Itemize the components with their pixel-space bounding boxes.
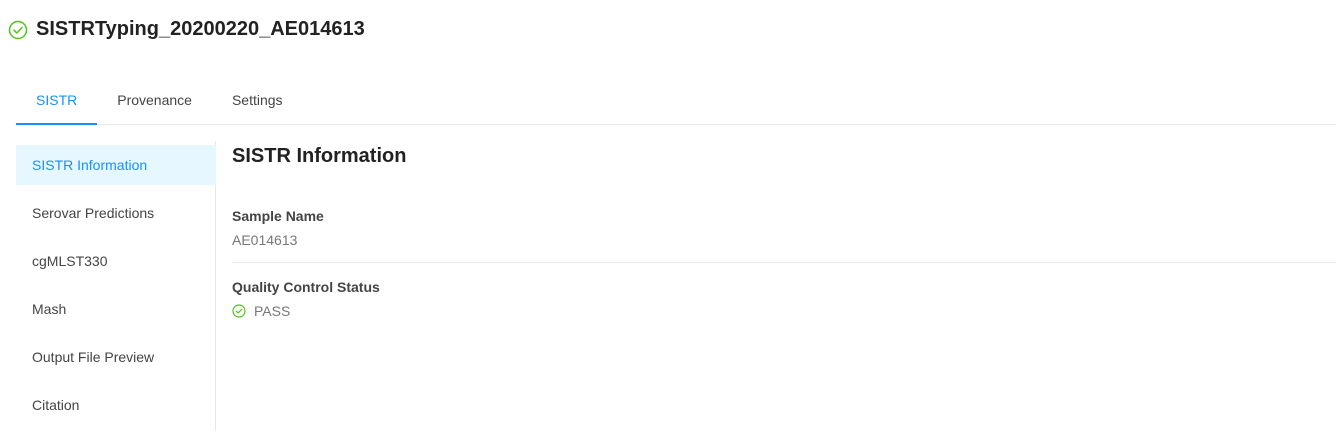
tab-provenance[interactable]: Provenance <box>97 80 212 125</box>
page-header: SISTRTyping_20200220_AE014613 <box>8 18 365 41</box>
sidebar-item-mash[interactable]: Mash <box>16 289 215 329</box>
sidebar-item-citation[interactable]: Citation <box>16 385 215 425</box>
sidebar-item-cgmlst330[interactable]: cgMLST330 <box>16 241 215 281</box>
sample-name-label: Sample Name <box>232 208 324 224</box>
main-content: SISTR Information Sample Name AE014613 Q… <box>232 145 1336 333</box>
qc-status: PASS <box>232 303 1336 319</box>
tab-bar: SISTR Provenance Settings <box>16 80 1336 125</box>
sidebar-item-output-file-preview[interactable]: Output File Preview <box>16 337 215 377</box>
qc-status-label: Quality Control Status <box>232 279 380 295</box>
check-circle-icon <box>232 304 246 318</box>
tab-settings[interactable]: Settings <box>212 80 303 125</box>
sample-name-field: Sample Name AE014613 <box>232 208 1336 262</box>
divider <box>232 262 1336 263</box>
section-heading: SISTR Information <box>232 145 407 167</box>
check-circle-icon <box>8 20 28 40</box>
tab-sistr[interactable]: SISTR <box>16 80 98 125</box>
sidebar-item-sistr-information[interactable]: SISTR Information <box>16 145 216 185</box>
sample-name-value: AE014613 <box>232 232 298 248</box>
qc-status-value: PASS <box>254 303 291 319</box>
sidebar-item-serovar-predictions[interactable]: Serovar Predictions <box>16 193 215 233</box>
page-title: SISTRTyping_20200220_AE014613 <box>36 18 365 40</box>
qc-status-field: Quality Control Status PASS <box>232 279 1336 333</box>
sidebar-menu: SISTR Information Serovar Predictions cg… <box>16 141 216 431</box>
